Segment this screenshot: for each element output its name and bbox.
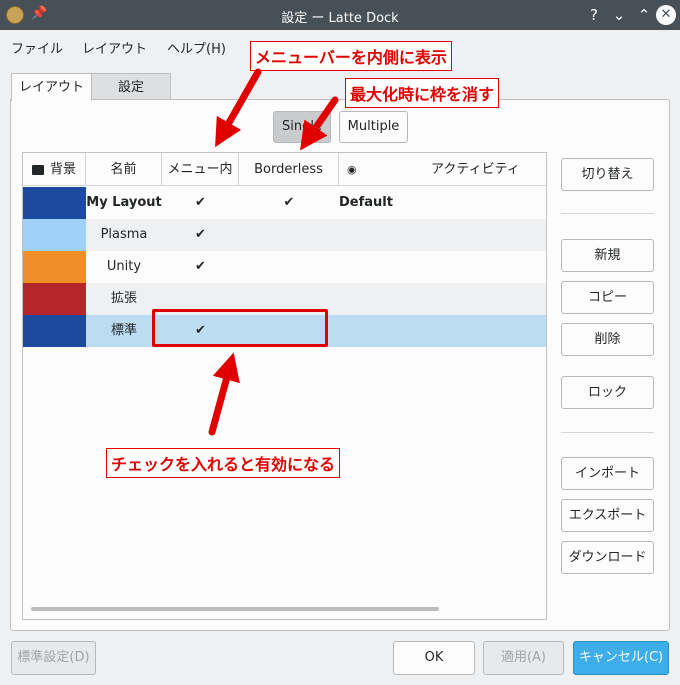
background-swatch	[23, 187, 86, 219]
separator	[561, 432, 654, 433]
background-swatch	[23, 251, 86, 283]
annotation-menu-inside: メニューバーを内側に表示	[250, 41, 452, 71]
menu-check[interactable]: ✔	[162, 187, 239, 219]
background-swatch	[23, 283, 86, 315]
download-button[interactable]: ダウンロード	[561, 541, 654, 574]
import-button[interactable]: インポート	[561, 457, 654, 490]
layout-name: Plasma	[100, 227, 148, 242]
annotation-check-enable: チェックを入れると有効になる	[106, 448, 341, 478]
maximize-button[interactable]: ⌃	[634, 5, 654, 25]
lock-button[interactable]: ロック	[561, 376, 654, 409]
column-background[interactable]: 背景	[23, 153, 86, 186]
borderless-check[interactable]	[239, 251, 339, 283]
menu-check[interactable]: ✔	[162, 219, 239, 251]
column-menu[interactable]: メニュー内	[162, 153, 239, 186]
new-button[interactable]: 新規	[561, 239, 654, 272]
menu-file[interactable]: ファイル	[11, 38, 63, 57]
delete-button[interactable]: 削除	[561, 323, 654, 356]
horizontal-scrollbar[interactable]	[31, 607, 439, 611]
help-button[interactable]: ?	[584, 5, 604, 25]
column-borderless[interactable]: Borderless	[239, 153, 339, 186]
cancel-button[interactable]: キャンセル(C)	[573, 641, 669, 675]
borderless-check[interactable]: ✔	[239, 187, 339, 219]
column-activities[interactable]: ◉ アクティビティ	[339, 153, 546, 186]
defaults-button[interactable]: 標準設定(D)	[11, 641, 96, 675]
layout-name: Unity	[106, 259, 142, 274]
separator	[561, 213, 654, 214]
export-button[interactable]: エクスポート	[561, 499, 654, 532]
activities-icon: ◉	[347, 163, 357, 176]
multiple-mode-button[interactable]: Multiple	[339, 111, 408, 143]
table-row[interactable]: Plasma ✔	[23, 219, 546, 251]
switch-button[interactable]: 切り替え	[561, 158, 654, 191]
layout-name: 拡張	[110, 291, 137, 306]
layout-name: 標準	[110, 323, 137, 338]
apply-button[interactable]: 適用(A)	[483, 641, 564, 675]
background-swatch	[23, 315, 86, 347]
background-swatch	[23, 219, 86, 251]
activity-value: Default	[339, 195, 393, 210]
borderless-check[interactable]	[239, 219, 339, 251]
layouts-table: 背景 名前 メニュー内 Borderless ◉ アクティビティ My Layo…	[22, 152, 547, 620]
ok-button[interactable]: OK	[393, 641, 475, 675]
close-button[interactable]: ✕	[656, 5, 676, 25]
minimize-button[interactable]: ⌄	[609, 5, 629, 25]
window-title: 設定 ー Latte Dock	[281, 11, 399, 26]
tab-layout[interactable]: レイアウト	[11, 73, 92, 101]
layout-name: My Layout	[86, 195, 162, 210]
title-bar: 📌 設定 ー Latte Dock ? ⌄ ⌃ ✕	[0, 0, 680, 30]
table-header: 背景 名前 メニュー内 Borderless ◉ アクティビティ	[23, 153, 546, 186]
annotation-borderless: 最大化時に枠を消す	[345, 78, 500, 108]
column-name[interactable]: 名前	[86, 153, 162, 186]
column-activities-label: アクティビティ	[431, 162, 520, 177]
highlight-box	[152, 309, 328, 347]
image-icon	[31, 164, 44, 175]
copy-button[interactable]: コピー	[561, 281, 654, 314]
single-mode-button[interactable]: Single	[273, 111, 331, 143]
column-background-label: 背景	[49, 162, 76, 177]
menu-check[interactable]: ✔	[162, 251, 239, 283]
tab-settings[interactable]: 設定	[91, 73, 171, 100]
menu-layout[interactable]: レイアウト	[82, 38, 147, 57]
menu-help[interactable]: ヘルプ(H)	[167, 38, 226, 57]
table-row[interactable]: Unity ✔	[23, 251, 546, 283]
table-row[interactable]: My Layout ✔ ✔ Default	[23, 187, 546, 219]
